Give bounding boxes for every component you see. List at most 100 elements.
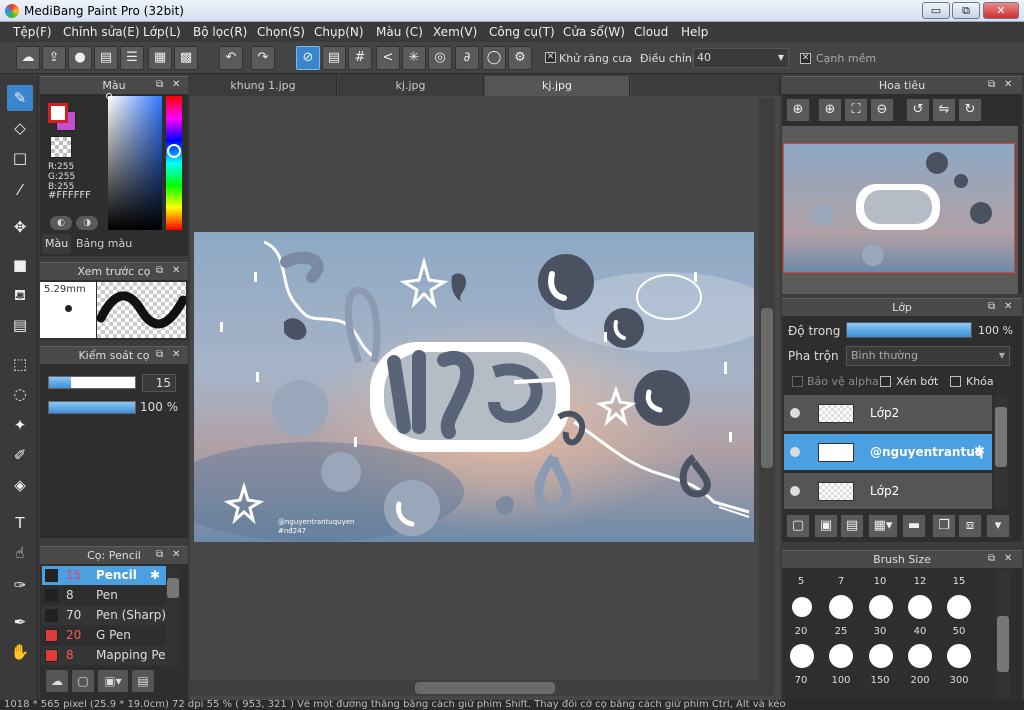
brush-size-dot[interactable]	[869, 644, 893, 668]
brush-item[interactable]: 20 G Pen	[42, 626, 180, 645]
tab-document[interactable]: kj.jpg	[485, 76, 630, 96]
brush-size-option[interactable]: 40	[905, 626, 935, 637]
vertical-scrollbar[interactable]	[759, 98, 775, 686]
eye-icon[interactable]	[790, 408, 800, 418]
brush-settings-icon[interactable]: ▤	[132, 670, 154, 692]
horizontal-scrollbar[interactable]	[190, 680, 774, 696]
layer-row[interactable]: Lớp2	[784, 395, 992, 432]
brush-tool-icon[interactable]: ✎	[7, 85, 33, 111]
grid-snap-icon[interactable]: #	[348, 46, 372, 70]
close-icon[interactable]: ✕	[1004, 550, 1012, 568]
ellipse-snap-icon[interactable]: ◯	[482, 46, 506, 70]
popout-icon[interactable]: ⧉	[988, 76, 995, 94]
brush-size-dot[interactable]	[829, 644, 853, 668]
hue-cursor[interactable]	[167, 144, 181, 158]
menu-filter[interactable]: Bộ lọc(R)	[193, 22, 247, 42]
close-icon[interactable]: ✕	[172, 346, 180, 364]
concentric-snap-icon[interactable]: ◎	[428, 46, 452, 70]
clipping-checkbox[interactable]	[880, 376, 891, 387]
select-tool-icon[interactable]: ⬚	[7, 351, 33, 377]
close-icon[interactable]: ✕	[172, 546, 180, 564]
transparent-swatch[interactable]	[50, 136, 72, 158]
close-icon[interactable]: ✕	[172, 76, 180, 94]
add-brush-icon[interactable]: ▣▾	[98, 670, 128, 692]
size-slider[interactable]	[48, 376, 136, 389]
snap-off-icon[interactable]: ⊘	[296, 46, 320, 70]
comment-icon[interactable]: ▤	[94, 46, 118, 70]
menu-select[interactable]: Chọn(S)	[257, 22, 305, 42]
move-tool-icon[interactable]: ✥	[7, 214, 33, 240]
tab-document[interactable]: kj.jpg	[338, 76, 484, 96]
menu-help[interactable]: Help	[681, 22, 708, 42]
opacity-slider[interactable]	[48, 401, 136, 414]
curve-snap-icon[interactable]: ∂	[455, 46, 479, 70]
menu-snap[interactable]: Chụp(N)	[314, 22, 364, 42]
menu-color[interactable]: Màu (C)	[376, 22, 423, 42]
brush-size-dot[interactable]	[908, 644, 932, 668]
brush-size-dot[interactable]	[792, 597, 812, 617]
select-eraser-tool-icon[interactable]: ◈	[7, 472, 33, 498]
brush-item[interactable]: 70 Pen (Sharp)	[42, 606, 180, 625]
layer-row[interactable]: @nguyentrantuq ✱	[784, 434, 992, 471]
color-picker-icon[interactable]: ◑	[76, 216, 98, 230]
popout-icon[interactable]: ⧉	[988, 550, 995, 568]
zoom-out-icon[interactable]: ⊖	[870, 98, 894, 122]
cloud-icon[interactable]: ☁	[16, 46, 40, 70]
brush-size-dot[interactable]	[947, 595, 971, 619]
brush-list-scrollbar[interactable]	[166, 566, 180, 666]
layer-opacity-slider[interactable]	[846, 322, 972, 338]
list-icon[interactable]: ☰	[120, 46, 144, 70]
brush-size-dot[interactable]	[829, 595, 853, 619]
brush-size-option[interactable]: 7	[826, 576, 856, 587]
layer-more-icon[interactable]: ▾	[986, 514, 1010, 538]
protect-alpha-checkbox[interactable]	[792, 376, 803, 387]
minimize-button[interactable]: ▭	[922, 2, 950, 19]
gradient-tool-icon[interactable]: ▤	[7, 312, 33, 338]
blend-mode-select[interactable]: Bình thường ▼	[846, 346, 1010, 366]
brush-size-option[interactable]: 150	[865, 675, 895, 686]
brush-size-option[interactable]: 25	[826, 626, 856, 637]
brush-size-option[interactable]: 200	[905, 675, 935, 686]
close-icon[interactable]: ✕	[1004, 76, 1012, 94]
brush-size-dot[interactable]	[908, 595, 932, 619]
brush-size-option[interactable]: 70	[786, 675, 816, 686]
menu-layer[interactable]: Lớp(L)	[143, 22, 181, 42]
rotate-right-icon[interactable]: ↻	[958, 98, 982, 122]
menu-window[interactable]: Cửa sổ(W)	[563, 22, 625, 42]
brush-size-dot[interactable]	[790, 644, 814, 668]
close-button[interactable]: ✕	[983, 2, 1019, 19]
brush-item[interactable]: 8 Mapping Pen	[42, 646, 180, 665]
bucket-tool-icon[interactable]: ⛾	[7, 282, 33, 308]
eraser-tool-icon[interactable]: ◇	[7, 115, 33, 141]
hue-slider[interactable]	[166, 96, 182, 230]
tab-document[interactable]: khung 1.jpg	[190, 76, 337, 96]
new-8bit-layer-icon[interactable]: ▤	[840, 514, 864, 538]
folder-icon[interactable]: ▬	[902, 514, 926, 538]
redo-icon[interactable]: ↷	[251, 46, 275, 70]
magic-wand-tool-icon[interactable]: ✦	[7, 412, 33, 438]
brush-size-option[interactable]: 12	[905, 576, 935, 587]
brush-size-dot[interactable]	[869, 595, 893, 619]
popout-icon[interactable]: ⧉	[988, 298, 995, 316]
hand-tool-icon[interactable]: ✋	[7, 639, 33, 665]
dot-tool-icon[interactable]: ⁄	[7, 177, 33, 203]
new-halftone-layer-icon[interactable]: ▣	[814, 514, 838, 538]
brush-size-option[interactable]: 5	[786, 576, 816, 587]
maximize-button[interactable]: ⧉	[952, 2, 980, 19]
menu-file[interactable]: Tệp(F)	[13, 22, 52, 42]
popout-icon[interactable]: ⧉	[156, 262, 163, 280]
layer-row[interactable]: Lớp2	[784, 473, 992, 510]
select-rect-tool-icon[interactable]: □	[7, 145, 33, 171]
rotate-left-icon[interactable]: ↺	[906, 98, 930, 122]
fit-icon[interactable]: ⛶	[844, 98, 868, 122]
radial-snap-icon[interactable]: ✳	[402, 46, 426, 70]
adjust-dropdown[interactable]: 40 ▼	[693, 48, 789, 68]
brush-size-option[interactable]: 30	[865, 626, 895, 637]
brush-size-option[interactable]: 20	[786, 626, 816, 637]
undo-icon[interactable]: ↶	[219, 46, 243, 70]
divide-tool-icon[interactable]: ✑	[7, 572, 33, 598]
primary-color-swatch[interactable]	[48, 103, 68, 123]
brush-size-scrollbar[interactable]	[996, 570, 1010, 698]
color-mode-icon[interactable]: ◐	[50, 216, 72, 230]
brush-size-option[interactable]: 15	[944, 576, 974, 587]
